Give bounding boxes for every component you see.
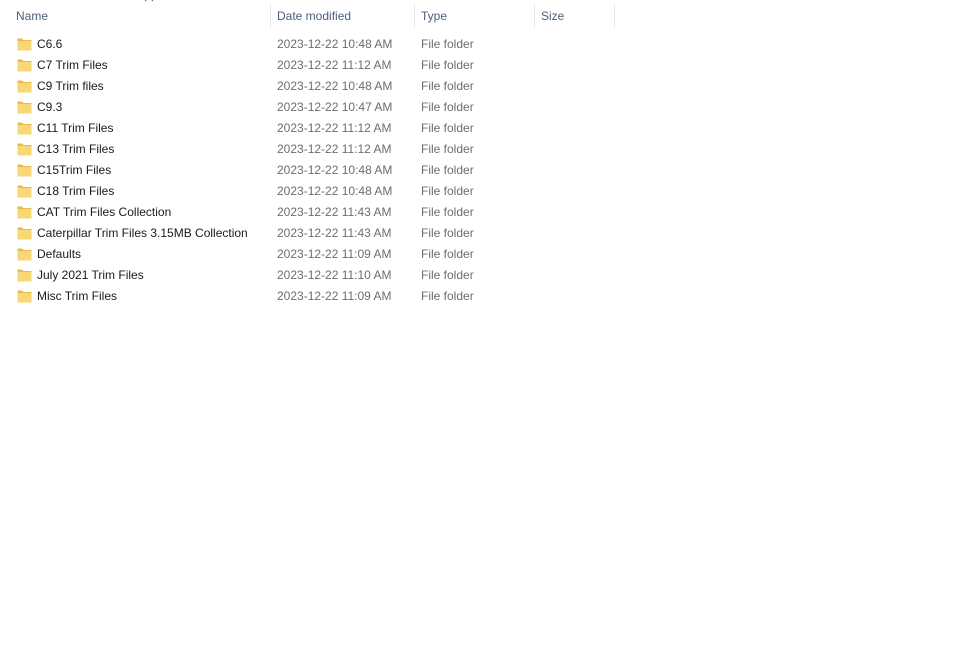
folder-icon (17, 143, 32, 156)
folder-icon (17, 185, 32, 198)
file-row[interactable]: C6.6 2023-12-22 10:48 AM File folder (0, 34, 958, 55)
date-modified-cell: 2023-12-22 11:12 AM (277, 142, 392, 156)
column-header-row: Name Date modified Type Size (0, 0, 958, 32)
type-cell: File folder (421, 289, 474, 303)
date-modified-cell: 2023-12-22 11:12 AM (277, 58, 392, 72)
folder-icon (17, 269, 32, 282)
type-cell: File folder (421, 142, 474, 156)
file-row[interactable]: C13 Trim Files 2023-12-22 11:12 AM File fo… (0, 139, 958, 160)
date-modified-cell: 2023-12-22 11:12 AM (277, 121, 392, 135)
file-name-cell[interactable]: CAT Trim Files Collection (17, 202, 267, 223)
folder-icon (17, 248, 32, 261)
column-divider[interactable] (614, 4, 615, 28)
file-name-label: July 2021 Trim Files (37, 268, 144, 282)
file-name-label: C6.6 (37, 37, 63, 51)
date-modified-cell: 2023-12-22 11:09 AM (277, 289, 392, 303)
date-modified-cell: 2023-12-22 11:43 AM (277, 205, 392, 219)
date-modified-cell: 2023-12-22 10:48 AM (277, 37, 393, 51)
file-name-label: C9 Trim files (37, 79, 104, 93)
folder-icon (17, 290, 32, 303)
folder-icon (17, 227, 32, 240)
file-name-cell[interactable]: C9 Trim files (17, 76, 267, 97)
type-cell: File folder (421, 247, 474, 261)
folder-icon (17, 80, 32, 93)
file-name-cell[interactable]: Misc Trim Files (17, 286, 267, 307)
sort-ascending-chevron-icon (144, 0, 154, 10)
file-name-cell[interactable]: Defaults (17, 244, 267, 265)
type-cell: File folder (421, 121, 474, 135)
column-header-name-label: Name (16, 9, 49, 23)
file-row[interactable]: C18 Trim Files 2023-12-22 10:48 AM File fo… (0, 181, 958, 202)
date-modified-cell: 2023-12-22 10:47 AM (277, 100, 393, 114)
file-name-label: C18 Trim Files (37, 184, 115, 198)
file-row[interactable]: Defaults 2023-12-22 11:09 AM File folder (0, 244, 958, 265)
folder-icon (17, 38, 32, 51)
file-name-cell[interactable]: C11 Trim Files (17, 118, 267, 139)
file-name-label: C15Trim Files (37, 163, 112, 177)
file-name-cell[interactable]: C6.6 (17, 34, 267, 55)
file-row[interactable]: Caterpillar Trim Files 3.15MB Collection… (0, 223, 958, 244)
date-modified-cell: 2023-12-22 10:48 AM (277, 163, 393, 177)
column-header-type[interactable]: Type (415, 0, 535, 32)
file-row[interactable]: C11 Trim Files 2023-12-22 11:12 AM File fo… (0, 118, 958, 139)
file-name-cell[interactable]: C13 Trim Files (17, 139, 267, 160)
type-cell: File folder (421, 163, 474, 177)
folder-icon (17, 122, 32, 135)
column-header-size[interactable]: Size (535, 0, 615, 32)
file-rows: C6.6 2023-12-22 10:48 AM File folder C7 Tri… (0, 34, 958, 307)
date-modified-cell: 2023-12-22 11:10 AM (277, 268, 392, 282)
type-cell: File folder (421, 79, 474, 93)
file-name-label: CAT Trim Files Collection (37, 205, 172, 219)
type-cell: File folder (421, 100, 474, 114)
type-cell: File folder (421, 37, 474, 51)
file-name-cell[interactable]: Caterpillar Trim Files 3.15MB Collection (17, 223, 267, 244)
date-modified-cell: 2023-12-22 11:09 AM (277, 247, 392, 261)
file-name-label: C9.3 (37, 100, 63, 114)
date-modified-cell: 2023-12-22 11:43 AM (277, 226, 392, 240)
column-header-size-label: Size (541, 9, 565, 23)
date-modified-cell: 2023-12-22 10:48 AM (277, 79, 393, 93)
file-name-cell[interactable]: C15Trim Files (17, 160, 267, 181)
file-name-label: Misc Trim Files (37, 289, 117, 303)
type-cell: File folder (421, 268, 474, 282)
folder-icon (17, 101, 32, 114)
type-cell: File folder (421, 58, 474, 72)
file-name-label: Defaults (37, 247, 82, 261)
file-row[interactable]: Misc Trim Files 2023-12-22 11:09 AM File f… (0, 286, 958, 307)
folder-icon (17, 206, 32, 219)
file-name-cell[interactable]: C9.3 (17, 97, 267, 118)
file-name-cell[interactable]: July 2021 Trim Files (17, 265, 267, 286)
type-cell: File folder (421, 205, 474, 219)
type-cell: File folder (421, 226, 474, 240)
column-header-name[interactable]: Name (10, 0, 271, 32)
file-row[interactable]: C15Trim Files 2023-12-22 10:48 AM File fol… (0, 160, 958, 181)
file-list: Name Date modified Type Size C6.6 2023-12… (0, 0, 958, 303)
file-row[interactable]: C9.3 2023-12-22 10:47 AM File folder (0, 97, 958, 118)
file-name-label: C13 Trim Files (37, 142, 115, 156)
file-row[interactable]: CAT Trim Files Collection 2023-12-22 11:4… (0, 202, 958, 223)
folder-icon (17, 164, 32, 177)
file-row[interactable]: C9 Trim files 2023-12-22 10:48 AM File fol… (0, 76, 958, 97)
type-cell: File folder (421, 184, 474, 198)
column-header-date-label: Date modified (277, 9, 352, 23)
file-row[interactable]: C7 Trim Files 2023-12-22 11:12 AM File fol… (0, 55, 958, 76)
column-header-type-label: Type (421, 9, 448, 23)
column-header-date-modified[interactable]: Date modified (271, 0, 415, 32)
file-row[interactable]: July 2021 Trim Files 2023-12-22 11:10 AM F… (0, 265, 958, 286)
file-name-label: C7 Trim Files (37, 58, 108, 72)
file-name-cell[interactable]: C18 Trim Files (17, 181, 267, 202)
date-modified-cell: 2023-12-22 10:48 AM (277, 184, 393, 198)
folder-icon (17, 59, 32, 72)
file-name-label: C11 Trim Files (37, 121, 114, 135)
file-name-cell[interactable]: C7 Trim Files (17, 55, 267, 76)
file-name-label: Caterpillar Trim Files 3.15MB Collection (37, 226, 248, 240)
